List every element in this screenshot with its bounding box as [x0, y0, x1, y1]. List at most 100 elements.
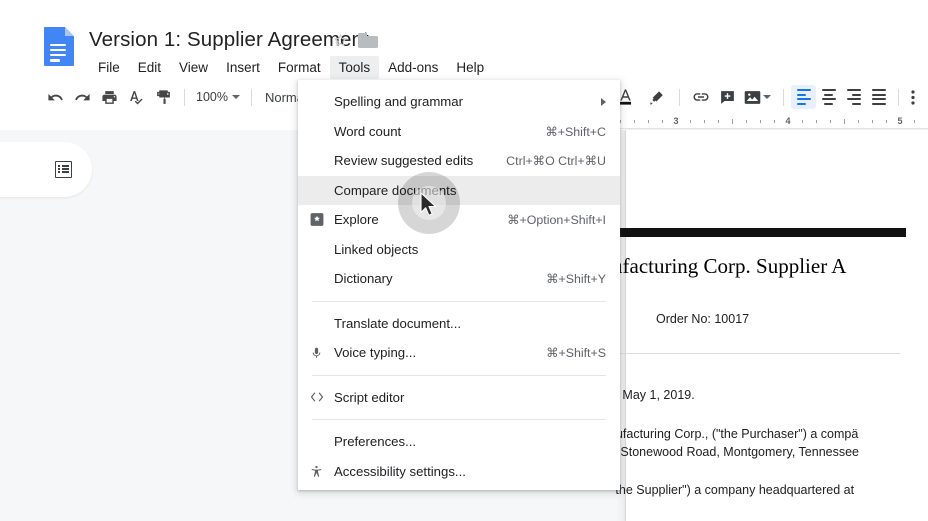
align-left-button[interactable] [791, 85, 816, 109]
paint-format-button[interactable] [150, 84, 177, 110]
menu-item-voice-typing[interactable]: Voice typing... ⌘+Shift+S [298, 338, 620, 368]
document-outline-icon [54, 160, 72, 178]
menu-item-label: Voice typing... [334, 345, 417, 361]
undo-button[interactable] [42, 84, 69, 110]
menu-tools[interactable]: Tools [329, 55, 380, 79]
document-heading: ufacturing Corp. Supplier A [612, 254, 847, 278]
document-divider [608, 353, 900, 354]
google-docs-file-icon [44, 27, 74, 66]
menu-item-explore[interactable]: Explore ⌘+Option+Shift+I [298, 205, 620, 235]
more-options-button[interactable] [906, 84, 920, 110]
redo-button[interactable] [69, 84, 96, 110]
document-paragraph: 3 Stonewood Road, Montgomery, Tennessee [610, 445, 859, 459]
menu-item-shortcut: ⌘+Option+Shift+I [507, 213, 606, 228]
highlight-color-icon [650, 90, 663, 105]
menu-item-label: Preferences... [334, 434, 417, 450]
align-center-icon [821, 89, 836, 105]
microphone-icon [308, 344, 325, 361]
ruler-label: 5 [897, 116, 903, 126]
menu-item-review-suggested-edits[interactable]: Review suggested edits Ctrl+⌘O Ctrl+⌘U [298, 146, 620, 176]
menu-bar: File Edit View Insert Format Tools Add-o… [89, 55, 493, 79]
menu-item-compare-documents[interactable]: Compare documents [298, 175, 620, 205]
menu-item-label: Word count [334, 123, 402, 139]
zoom-selector[interactable]: 100% [192, 90, 244, 104]
menu-item-label: Review suggested edits [334, 153, 474, 169]
menu-edit[interactable]: Edit [129, 56, 170, 79]
menu-item-shortcut: ⌘+Shift+Y [546, 272, 606, 287]
paint-format-icon [157, 89, 170, 104]
spellcheck-button[interactable] [123, 84, 150, 110]
menu-item-label: Accessibility settings... [334, 463, 466, 479]
chevron-right-icon [601, 97, 606, 106]
print-button[interactable] [96, 84, 123, 110]
menu-item-dictionary[interactable]: Dictionary ⌘+Shift+Y [298, 264, 620, 294]
menu-item-label: Linked objects [334, 241, 419, 257]
titlebar-region: Version 1: Supplier Agreement File Edit … [0, 0, 928, 80]
align-justify-icon [871, 89, 886, 105]
toolbar-divider [898, 88, 899, 106]
menu-item-label: Compare documents [334, 182, 457, 198]
document-paragraph: nufacturing Corp., ("the Purchaser") a c… [609, 427, 859, 441]
move-to-folder-icon[interactable] [358, 33, 378, 48]
menu-item-translate-document[interactable]: Translate document... [298, 309, 620, 339]
document-outline-panel [0, 142, 92, 197]
menu-item-preferences[interactable]: Preferences... [298, 427, 620, 457]
menu-item-shortcut: ⌘+Shift+S [546, 346, 606, 361]
menu-view[interactable]: View [170, 56, 217, 79]
menu-item-word-count[interactable]: Word count ⌘+Shift+C [298, 117, 620, 147]
code-brackets-icon [308, 389, 325, 406]
menu-item-accessibility-settings[interactable]: Accessibility settings... [298, 457, 620, 487]
accessibility-icon [308, 463, 325, 480]
show-outline-button[interactable] [50, 156, 76, 182]
chevron-down-icon [231, 95, 240, 99]
document-order-line: Order No: 10017 [656, 312, 750, 326]
highlight-color-button[interactable] [643, 84, 670, 110]
more-options-icon [911, 89, 915, 105]
menu-item-shortcut: Ctrl+⌘O Ctrl+⌘U [506, 154, 606, 169]
document-paragraph: "the Supplier") a company headquartered … [611, 483, 855, 497]
insert-image-button[interactable] [741, 84, 763, 110]
document-paragraph: e May 1, 2019. [612, 388, 695, 402]
insert-link-button[interactable] [687, 84, 714, 110]
menu-item-script-editor[interactable]: Script editor [298, 383, 620, 413]
insert-image-icon [744, 90, 760, 104]
align-right-icon [846, 89, 861, 105]
redo-icon [75, 93, 90, 100]
toolbar-divider [783, 88, 784, 106]
menu-item-label: Translate document... [334, 315, 462, 331]
undo-icon [48, 93, 63, 100]
align-right-button[interactable] [841, 85, 866, 109]
menu-item-spelling-and-grammar[interactable]: Spelling and grammar [298, 87, 620, 117]
menu-add-ons[interactable]: Add-ons [379, 56, 447, 79]
horizontal-ruler[interactable]: 3 4 5 [614, 115, 928, 129]
menu-insert[interactable]: Insert [217, 56, 269, 79]
black-redaction-bar [618, 228, 906, 237]
menu-divider [312, 419, 606, 420]
menu-item-label: Explore [334, 212, 379, 228]
document-title[interactable]: Version 1: Supplier Agreement [89, 27, 369, 53]
menu-divider [312, 300, 606, 302]
spellcheck-icon [130, 90, 143, 105]
menu-divider [312, 374, 606, 376]
chevron-down-icon[interactable] [763, 95, 771, 99]
menu-format[interactable]: Format [269, 56, 330, 79]
document-page[interactable]: ufacturing Corp. Supplier A Order No: 10… [608, 130, 928, 521]
print-icon [102, 90, 117, 104]
app-window: Version 1: Supplier Agreement File Edit … [0, 0, 928, 521]
toolbar-divider [679, 88, 680, 106]
align-justify-button[interactable] [866, 85, 891, 109]
menu-item-linked-objects[interactable]: Linked objects [298, 235, 620, 265]
ruler-label: 4 [785, 116, 791, 126]
add-comment-button[interactable] [714, 84, 741, 110]
align-left-icon [796, 89, 811, 105]
add-comment-icon [721, 90, 734, 104]
toolbar-right-group [612, 82, 920, 112]
menu-file[interactable]: File [89, 56, 129, 79]
align-center-button[interactable] [816, 85, 841, 109]
menu-item-label: Dictionary [334, 271, 393, 287]
star-outline-icon[interactable] [332, 32, 349, 49]
insert-link-icon [693, 93, 708, 101]
explore-icon [308, 211, 325, 228]
menu-help[interactable]: Help [447, 56, 493, 79]
tools-dropdown-menu[interactable]: Spelling and grammar Word count ⌘+Shift+… [298, 80, 620, 490]
